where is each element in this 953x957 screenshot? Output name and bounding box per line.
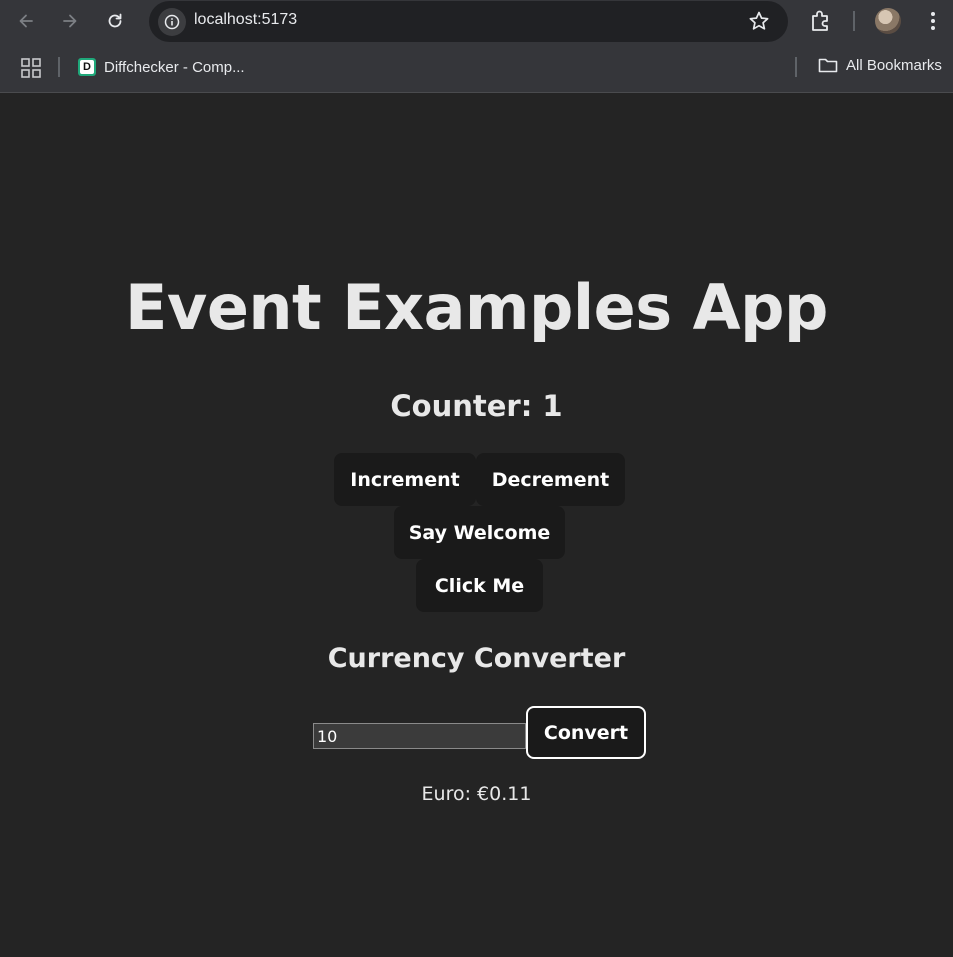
arrow-right-icon [63, 14, 77, 28]
increment-button[interactable]: Increment [334, 453, 476, 506]
bookmark-label: Diffchecker - Comp... [104, 58, 245, 76]
reload-button[interactable] [102, 8, 128, 34]
convert-button[interactable]: Convert [526, 706, 646, 759]
forward-button[interactable] [57, 8, 83, 34]
page-content: Event Examples App Counter: 1 Increment … [0, 93, 953, 957]
profile-avatar[interactable] [875, 8, 901, 34]
url-text: localhost:5173 [194, 11, 298, 28]
page-title: Event Examples App [125, 271, 828, 344]
extensions-puzzle-icon[interactable] [808, 8, 834, 34]
apps-grid-icon[interactable] [20, 57, 42, 79]
currency-converter-title: Currency Converter [327, 643, 626, 674]
decrement-button[interactable]: Decrement [476, 453, 625, 506]
bookmark-diffchecker[interactable]: D Diffchecker - Comp... [78, 56, 245, 78]
back-button[interactable] [13, 8, 39, 34]
folder-icon [818, 58, 838, 73]
all-bookmarks-label: All Bookmarks [846, 56, 942, 74]
click-me-button[interactable]: Click Me [416, 559, 543, 612]
diffchecker-favicon-icon: D [78, 58, 96, 76]
site-info-icon[interactable] [158, 8, 186, 36]
counter-display: Counter: 1 [390, 389, 563, 423]
all-bookmarks-button[interactable]: All Bookmarks [818, 56, 942, 74]
toolbar-divider [853, 11, 855, 31]
browser-toolbar: localhost:5173 [0, 0, 953, 42]
more-menu-icon[interactable] [922, 8, 944, 34]
conversion-result: Euro: €0.11 [421, 783, 532, 805]
say-welcome-button[interactable]: Say Welcome [394, 506, 565, 559]
reload-icon [108, 13, 122, 28]
bookmarks-divider-right [795, 57, 797, 77]
amount-input[interactable] [313, 723, 526, 749]
bookmarks-divider [58, 57, 60, 77]
arrow-left-icon [19, 14, 33, 28]
address-bar[interactable]: localhost:5173 [149, 1, 788, 42]
bookmark-star-icon[interactable] [748, 10, 770, 32]
